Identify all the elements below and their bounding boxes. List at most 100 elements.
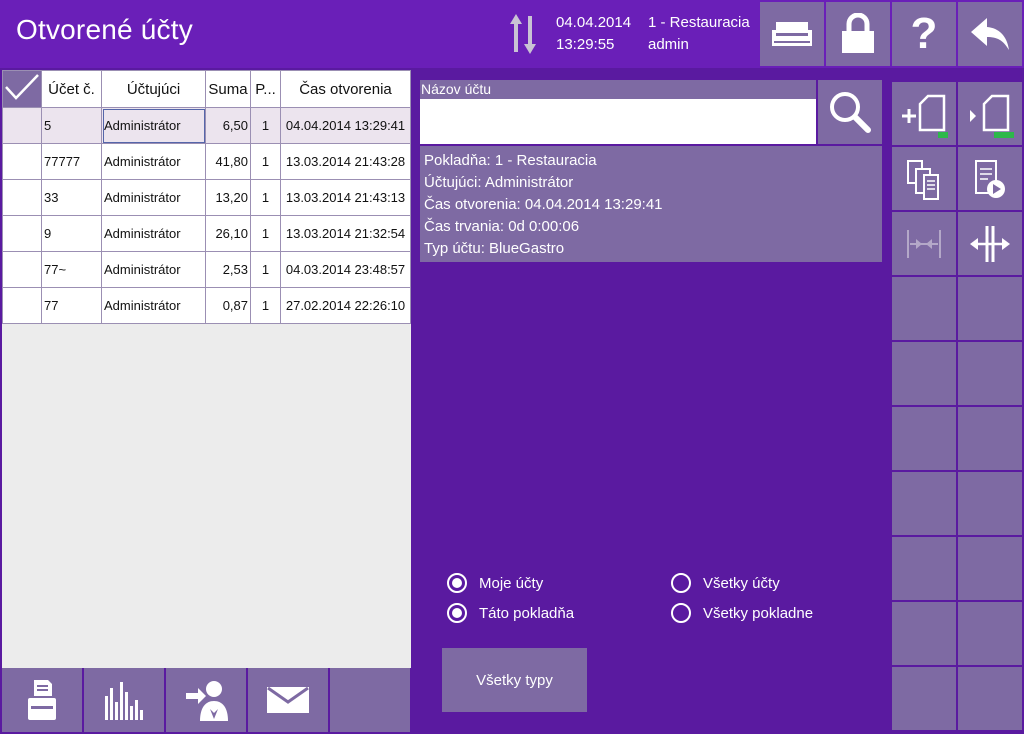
cell-sum: 2,53	[205, 251, 251, 288]
search-label: Názov účtu	[420, 80, 816, 99]
statistics-button[interactable]	[84, 668, 164, 732]
column-header-cashier[interactable]: Účtujúci	[101, 70, 206, 108]
lock-button[interactable]	[826, 2, 890, 66]
print-receipt-button[interactable]	[2, 668, 82, 732]
sort-arrows-icon[interactable]	[508, 12, 538, 56]
cell-number: 5	[41, 107, 102, 144]
row-checkbox[interactable]	[2, 107, 42, 144]
column-header-number[interactable]: Účet č.	[41, 70, 102, 108]
column-header-sum[interactable]: Suma	[205, 70, 251, 108]
cell-number: 33	[41, 179, 102, 216]
grid-empty-button[interactable]	[958, 277, 1022, 340]
cell-p: 1	[250, 215, 281, 252]
grid-empty-button[interactable]	[958, 342, 1022, 405]
grid-empty-button[interactable]	[958, 407, 1022, 470]
grid-empty-button[interactable]	[958, 667, 1022, 730]
info-register: Pokladňa: 1 - Restauracia	[424, 152, 597, 169]
radio-all-registers[interactable]: Všetky pokladne	[671, 603, 813, 623]
table-row[interactable]: 5 Administrátor 6,50 1 04.04.2014 13:29:…	[2, 107, 411, 144]
copy-accounts-button[interactable]	[892, 147, 956, 210]
table-row[interactable]: 9 Administrátor 26,10 1 13.03.2014 21:32…	[2, 215, 411, 252]
grid-empty-button[interactable]	[892, 407, 956, 470]
table-row[interactable]: 77 Administrátor 0,87 1 27.02.2014 22:26…	[2, 287, 411, 324]
table-header-row: Účet č. Účtujúci Suma P... Čas otvorenia	[2, 70, 411, 108]
info-opened: Čas otvorenia: 04.04.2014 13:29:41	[424, 196, 663, 213]
info-cashier: Účtujúci: Administrátor	[424, 174, 574, 191]
radio-label: Moje účty	[479, 574, 544, 592]
grid-empty-button[interactable]	[892, 277, 956, 340]
radio-label: Všetky účty	[703, 574, 780, 592]
row-checkbox[interactable]	[2, 287, 42, 324]
empty-button[interactable]	[330, 668, 410, 732]
cell-p: 1	[250, 107, 281, 144]
cell-p: 1	[250, 287, 281, 324]
grid-empty-button[interactable]	[958, 472, 1022, 535]
cell-number: 77~	[41, 251, 102, 288]
back-button[interactable]	[958, 2, 1022, 66]
account-detail-button[interactable]	[958, 147, 1022, 210]
cell-cashier: Administrátor	[101, 215, 206, 252]
grid-empty-button[interactable]	[892, 342, 956, 405]
table-row[interactable]: 33 Administrátor 13,20 1 13.03.2014 21:4…	[2, 179, 411, 216]
select-all-checkbox[interactable]	[2, 70, 42, 108]
person-transfer-icon	[186, 681, 228, 721]
radio-dot	[671, 573, 691, 593]
radio-all-accounts[interactable]: Všetky účty	[671, 573, 780, 593]
info-duration: Čas trvania: 0d 0:00:06	[424, 218, 580, 235]
table-row[interactable]: 77~ Administrátor 2,53 1 04.03.2014 23:4…	[2, 251, 411, 288]
help-icon: ?	[910, 9, 938, 58]
grid-empty-button[interactable]	[958, 602, 1022, 665]
assign-waiter-button[interactable]	[166, 668, 246, 732]
cell-sum: 26,10	[205, 215, 251, 252]
cell-sum: 6,50	[205, 107, 251, 144]
header-user: admin	[648, 36, 689, 53]
grid-empty-button[interactable]	[892, 472, 956, 535]
cell-opened: 04.04.2014 13:29:41	[280, 107, 411, 144]
row-checkbox[interactable]	[2, 251, 42, 288]
grid-empty-button[interactable]	[892, 602, 956, 665]
check-icon	[5, 74, 39, 100]
documents-icon	[907, 159, 939, 200]
cell-p: 1	[250, 251, 281, 288]
row-checkbox[interactable]	[2, 215, 42, 252]
radio-my-accounts[interactable]: Moje účty	[447, 573, 543, 593]
help-button[interactable]: ?	[892, 2, 956, 66]
column-header-opened[interactable]: Čas otvorenia	[280, 70, 411, 108]
search-icon	[830, 92, 871, 133]
radio-this-register[interactable]: Táto pokladňa	[447, 603, 574, 623]
switch-account-button[interactable]	[958, 82, 1022, 145]
table-row[interactable]: 77777 Administrátor 41,80 1 13.03.2014 2…	[2, 143, 411, 180]
cell-number: 9	[41, 215, 102, 252]
all-types-button[interactable]: Všetky typy	[442, 648, 587, 712]
cell-opened: 04.03.2014 23:48:57	[280, 251, 411, 288]
account-name-input[interactable]	[420, 99, 816, 144]
cell-p: 1	[250, 179, 281, 216]
split-account-button[interactable]	[958, 212, 1022, 275]
new-account-button[interactable]	[892, 82, 956, 145]
new-account-icon	[902, 94, 948, 138]
row-checkbox[interactable]	[2, 179, 42, 216]
grid-empty-button[interactable]	[892, 537, 956, 600]
row-checkbox[interactable]	[2, 143, 42, 180]
cell-cashier: Administrátor	[101, 179, 206, 216]
cell-cashier: Administrátor	[101, 143, 206, 180]
radio-label: Všetky pokladne	[703, 604, 814, 622]
merge-accounts-button[interactable]	[892, 212, 956, 275]
radio-dot	[447, 603, 467, 623]
printer-icon	[772, 22, 812, 46]
cell-sum: 0,87	[205, 287, 251, 324]
cell-sum: 41,80	[205, 143, 251, 180]
grid-empty-button[interactable]	[958, 537, 1022, 600]
printer-button[interactable]	[760, 2, 824, 66]
cell-p: 1	[250, 143, 281, 180]
cell-cashier: Administrátor	[101, 251, 206, 288]
cell-sum: 13,20	[205, 179, 251, 216]
cell-number: 77777	[41, 143, 102, 180]
header-date: 04.04.2014	[556, 14, 632, 31]
message-button[interactable]	[248, 668, 328, 732]
envelope-icon	[267, 686, 309, 713]
grid-empty-button[interactable]	[892, 667, 956, 730]
column-header-p[interactable]: P...	[250, 70, 281, 108]
switch-account-icon	[970, 94, 1014, 138]
search-button[interactable]	[818, 80, 882, 144]
